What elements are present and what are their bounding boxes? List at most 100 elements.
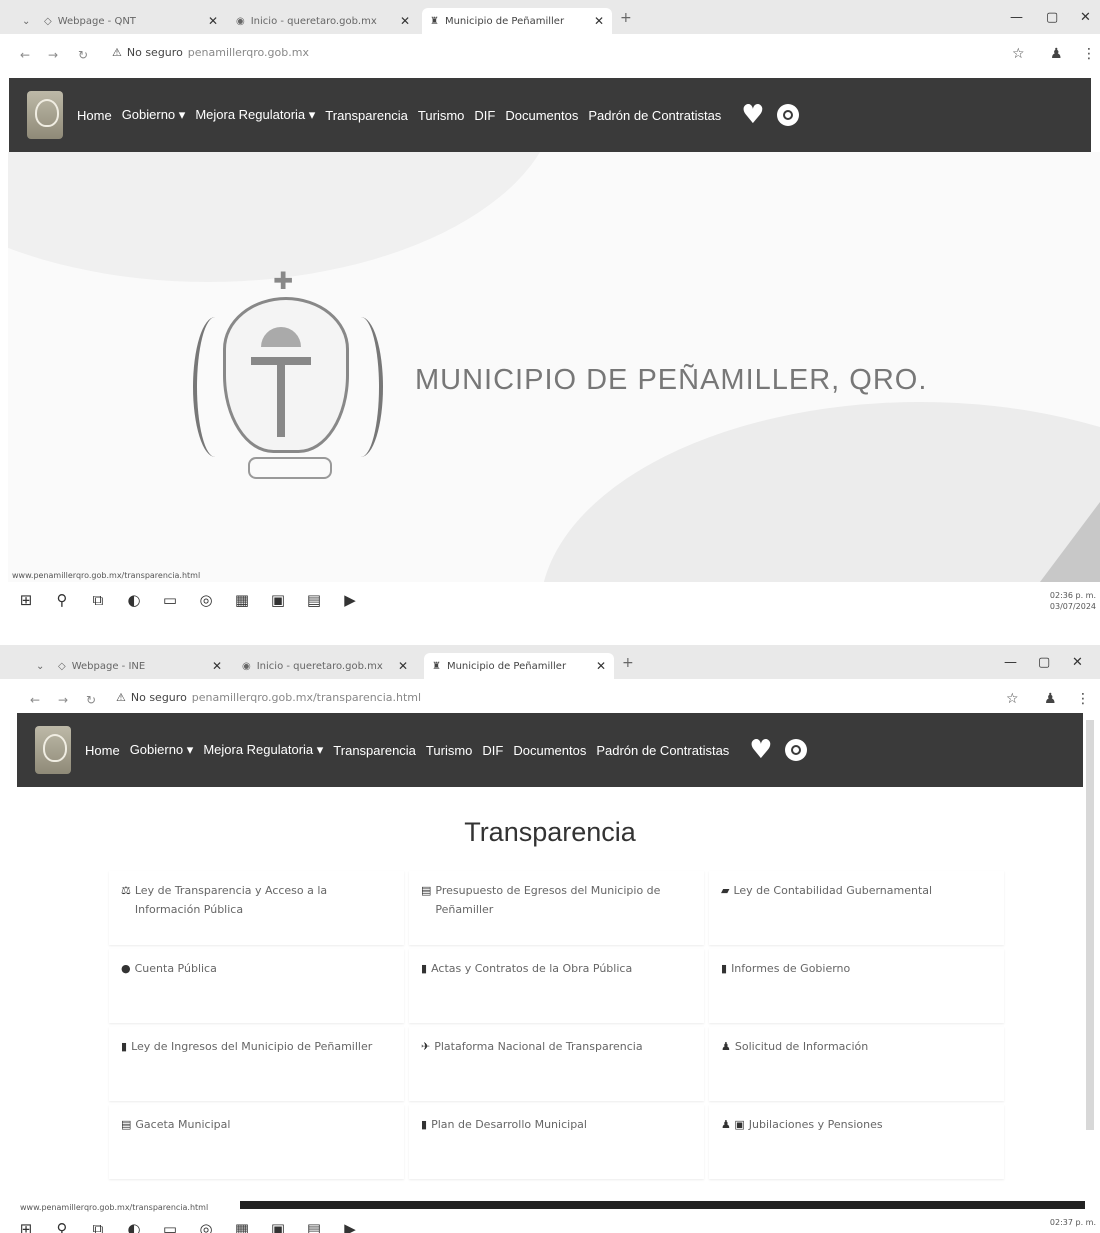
nav-item-turismo[interactable]: Turismo: [426, 743, 472, 758]
url-field[interactable]: ⚠ No seguro penamillerqro.gob.mx/transpa…: [116, 691, 421, 704]
reload-icon[interactable]: ↻: [78, 48, 88, 62]
back-arrow-icon[interactable]: ←: [30, 693, 40, 707]
eye-icon[interactable]: [776, 104, 799, 126]
nav-item-mejora-regulatoria[interactable]: Mejora Regulatoria ▾: [203, 742, 323, 758]
browser-tab[interactable]: ◇ Webpage - QNT ✕: [36, 8, 226, 34]
nav-item-padron-contratistas[interactable]: Padrón de Contratistas: [596, 743, 729, 758]
municipality-logo[interactable]: [27, 91, 63, 139]
profile-icon[interactable]: ♟: [1044, 691, 1057, 707]
video-icon[interactable]: ▶: [340, 1220, 360, 1233]
maximize-icon[interactable]: ▢: [1046, 10, 1058, 25]
link-card-plataforma-nacional[interactable]: ✈ Plataforma Nacional de Transparencia: [409, 1027, 704, 1101]
link-card-actas-contratos[interactable]: ▮ Actas y Contratos de la Obra Pública: [409, 949, 704, 1023]
video-icon[interactable]: ▶: [340, 591, 360, 609]
link-card-informes-gobierno[interactable]: ▮ Informes de Gobierno: [709, 949, 1004, 1023]
close-tab-icon[interactable]: ✕: [398, 659, 408, 673]
browser-tab[interactable]: ◉ Inicio - queretaro.gob.mx ✕: [234, 653, 416, 679]
page-scrollbar[interactable]: [1086, 720, 1094, 1130]
card-label: Ley de Contabilidad Gubernamental: [733, 884, 933, 897]
nav-item-documentos[interactable]: Documentos: [505, 108, 578, 123]
nav-item-documentos[interactable]: Documentos: [513, 743, 586, 758]
link-card-plan-desarrollo[interactable]: ▮ Plan de Desarrollo Municipal: [409, 1105, 704, 1179]
bookmark-star-icon[interactable]: ☆: [1006, 691, 1019, 707]
task-view-icon[interactable]: ⧉: [88, 1220, 108, 1233]
nav-item-transparencia[interactable]: Transparencia: [333, 743, 416, 758]
edge-icon[interactable]: ◐: [124, 591, 144, 609]
nav-item-gobierno[interactable]: Gobierno ▾: [122, 107, 186, 123]
back-arrow-icon[interactable]: ←: [20, 48, 30, 62]
nav-item-padron-contratistas[interactable]: Padrón de Contratistas: [588, 108, 721, 123]
search-icon[interactable]: ⚲: [52, 1220, 72, 1233]
link-card-ley-transparencia[interactable]: ⚖ Ley de Transparencia y Acceso a la Inf…: [109, 871, 404, 945]
close-window-icon[interactable]: ✕: [1080, 10, 1091, 25]
user-icon: ♟: [721, 1040, 731, 1053]
nav-item-gobierno[interactable]: Gobierno ▾: [130, 742, 194, 758]
chrome-icon[interactable]: ◎: [196, 1220, 216, 1233]
app-icon[interactable]: ▦: [232, 591, 252, 609]
link-card-ley-contabilidad[interactable]: ▰ Ley de Contabilidad Gubernamental: [709, 871, 1004, 945]
card-label: Actas y Contratos de la Obra Pública: [431, 962, 633, 975]
nav-item-home[interactable]: Home: [77, 108, 112, 123]
forward-arrow-icon[interactable]: →: [58, 693, 68, 707]
new-tab-plus-icon[interactable]: +: [622, 655, 634, 671]
search-icon[interactable]: ⚲: [52, 591, 72, 609]
clock-date: 03/07/2024: [1049, 602, 1096, 611]
browser-tab[interactable]: ◉ Inicio - queretaro.gob.mx ✕: [228, 8, 418, 34]
link-card-jubilaciones-pensiones[interactable]: ♟ ▣ Jubilaciones y Pensiones: [709, 1105, 1004, 1179]
close-tab-icon[interactable]: ✕: [212, 659, 222, 673]
nav-item-dif[interactable]: DIF: [482, 743, 503, 758]
close-tab-icon[interactable]: ✕: [208, 14, 218, 28]
heart-icon[interactable]: ♥: [749, 735, 772, 765]
app-icon[interactable]: ▦: [232, 1220, 252, 1233]
windows-start-icon[interactable]: ⊞: [16, 591, 36, 609]
link-card-ley-ingresos[interactable]: ▮ Ley de Ingresos del Municipio de Peñam…: [109, 1027, 404, 1101]
file-explorer-icon[interactable]: ▭: [160, 1220, 180, 1233]
forward-arrow-icon[interactable]: →: [48, 48, 58, 62]
taskbar-clock: 02:37 p. m.: [1050, 1217, 1096, 1228]
new-tab-plus-icon[interactable]: +: [620, 10, 632, 26]
eye-icon[interactable]: [784, 739, 807, 761]
tab-list-chevron-icon[interactable]: ⌄: [28, 653, 44, 679]
close-tab-icon[interactable]: ✕: [596, 659, 606, 673]
municipality-logo[interactable]: [35, 726, 71, 774]
clock-time: 02:37 p. m.: [1049, 1218, 1096, 1227]
reload-icon[interactable]: ↻: [86, 693, 96, 707]
profile-icon[interactable]: ♟: [1050, 46, 1063, 62]
tab-list-chevron-icon[interactable]: ⌄: [14, 8, 30, 34]
url-field[interactable]: ⚠ No seguro penamillerqro.gob.mx: [112, 46, 309, 59]
hero-title: MUNICIPIO DE PEÑAMILLER, QRO.: [415, 364, 928, 396]
heart-icon[interactable]: ♥: [741, 100, 764, 130]
file-explorer-icon[interactable]: ▭: [160, 591, 180, 609]
bookmark-star-icon[interactable]: ☆: [1012, 46, 1025, 62]
more-menu-icon[interactable]: ⋮: [1082, 46, 1096, 62]
more-menu-icon[interactable]: ⋮: [1076, 691, 1090, 707]
nav-item-turismo[interactable]: Turismo: [418, 108, 464, 123]
close-tab-icon[interactable]: ✕: [594, 14, 604, 28]
card-label: Jubilaciones y Pensiones: [748, 1118, 883, 1131]
browser-tab-active[interactable]: ♜ Municipio de Peñamiller ✕: [422, 8, 612, 34]
browser-tab[interactable]: ◇ Webpage - INE ✕: [50, 653, 230, 679]
browser-tab-active[interactable]: ♜ Municipio de Peñamiller ✕: [424, 653, 614, 679]
link-card-presupuesto-egresos[interactable]: ▤ Presupuesto de Egresos del Municipio d…: [409, 871, 704, 945]
close-tab-icon[interactable]: ✕: [400, 14, 410, 28]
edge-icon[interactable]: ◐: [124, 1220, 144, 1233]
app-icon[interactable]: ▤: [304, 1220, 324, 1233]
app-icon[interactable]: ▣: [268, 1220, 288, 1233]
nav-item-transparencia[interactable]: Transparencia: [325, 108, 408, 123]
nav-item-home[interactable]: Home: [85, 743, 120, 758]
nav-item-mejora-regulatoria[interactable]: Mejora Regulatoria ▾: [195, 107, 315, 123]
link-card-solicitud-informacion[interactable]: ♟ Solicitud de Información: [709, 1027, 1004, 1101]
maximize-icon[interactable]: ▢: [1038, 655, 1050, 670]
app-icon[interactable]: ▣: [268, 591, 288, 609]
minimize-icon[interactable]: —: [1004, 655, 1017, 670]
app-icon[interactable]: ▤: [304, 591, 324, 609]
close-window-icon[interactable]: ✕: [1072, 655, 1083, 670]
link-card-gaceta-municipal[interactable]: ▤ Gaceta Municipal: [109, 1105, 404, 1179]
link-card-cuenta-publica[interactable]: ● Cuenta Pública: [109, 949, 404, 1023]
windows-start-icon[interactable]: ⊞: [16, 1220, 36, 1233]
minimize-icon[interactable]: —: [1010, 10, 1023, 25]
nav-item-dif[interactable]: DIF: [474, 108, 495, 123]
screenshot-home: ⌄ ◇ Webpage - QNT ✕ ◉ Inicio - queretaro…: [0, 0, 1100, 618]
chrome-icon[interactable]: ◎: [196, 591, 216, 609]
task-view-icon[interactable]: ⧉: [88, 591, 108, 609]
